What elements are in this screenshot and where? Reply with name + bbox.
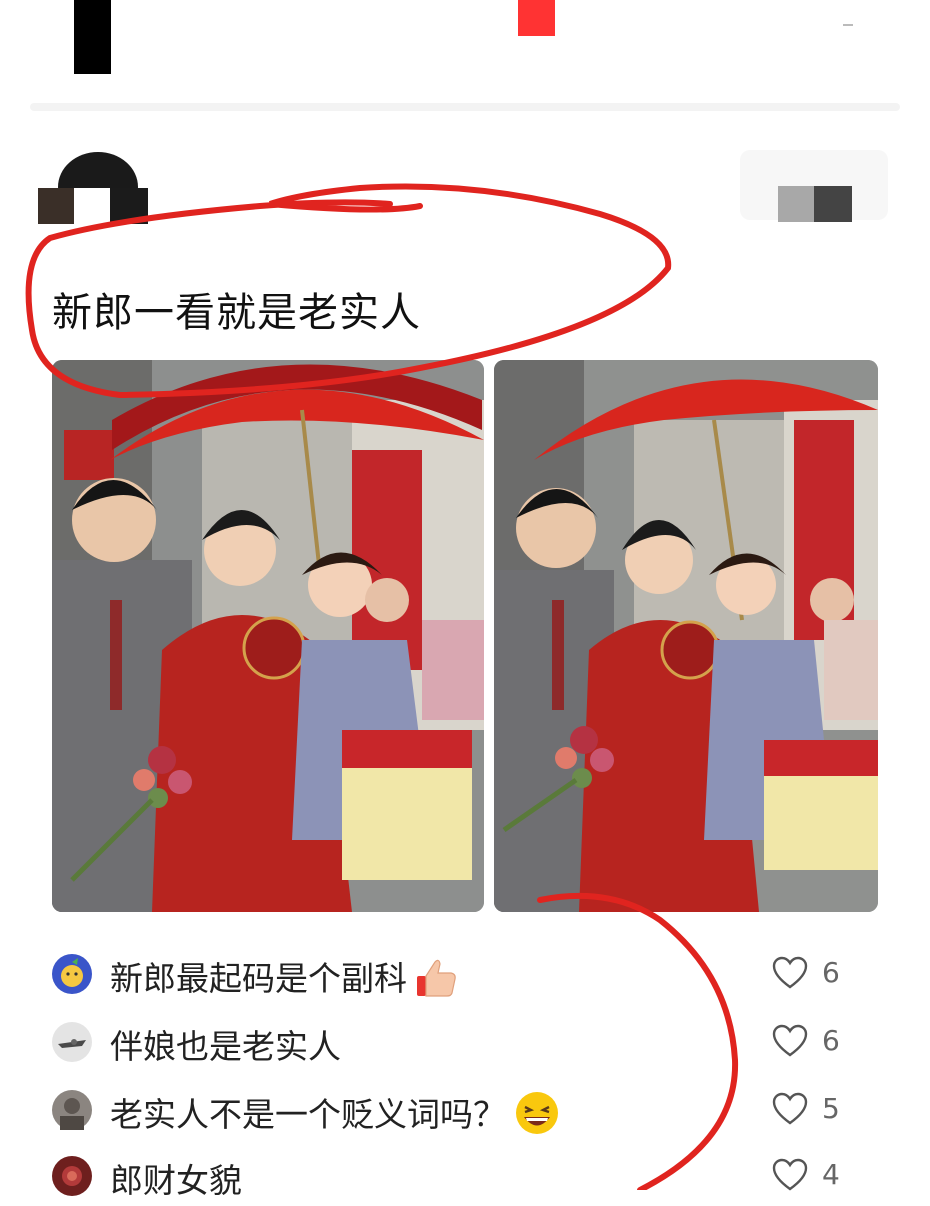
- comment-text-content: 老实人不是一个贬义词吗？: [110, 1095, 506, 1134]
- comment-text: 新郎最起码是个副科: [110, 952, 459, 1008]
- post-image-2[interactable]: [494, 360, 878, 912]
- redacted-block: [518, 0, 555, 36]
- comment-item: 新郎最起码是个副科 6: [0, 944, 930, 1004]
- like-heart-icon[interactable]: [772, 956, 808, 990]
- author-avatar[interactable]: [38, 152, 148, 224]
- post-image-1[interactable]: [52, 360, 484, 912]
- like-heart-icon[interactable]: [772, 1092, 808, 1126]
- comment-text: 伴娘也是老实人: [110, 1027, 341, 1066]
- comment-text: 老实人不是一个贬义词吗？: [110, 1088, 562, 1144]
- divider: [843, 24, 853, 26]
- redacted-block: [74, 0, 111, 74]
- comment-text-content: 新郎最起码是个副科: [110, 959, 407, 998]
- commenter-avatar[interactable]: [52, 1022, 92, 1062]
- comment-item: 郎财女貌 4: [0, 1146, 930, 1206]
- like-count: 5: [822, 1092, 840, 1125]
- follow-button[interactable]: [740, 150, 888, 222]
- comment-item: 老实人不是一个贬义词吗？ 5: [0, 1080, 930, 1140]
- top-bar: [0, 0, 930, 105]
- like-heart-icon[interactable]: [772, 1024, 808, 1058]
- commenter-avatar[interactable]: [52, 1156, 92, 1196]
- thumbs-up-icon: [413, 954, 459, 1008]
- like-count: 6: [822, 956, 840, 989]
- like-count: 4: [822, 1158, 840, 1191]
- comment-text: 郎财女貌: [110, 1161, 242, 1200]
- post-title: 新郎一看就是老实人: [52, 290, 421, 336]
- like-count: 6: [822, 1024, 840, 1057]
- section-divider: [30, 103, 900, 111]
- commenter-avatar[interactable]: [52, 1090, 92, 1130]
- comment-item: 伴娘也是老实人 6: [0, 1012, 930, 1072]
- like-heart-icon[interactable]: [772, 1158, 808, 1192]
- laughing-face-icon: [512, 1090, 562, 1144]
- commenter-avatar[interactable]: [52, 954, 92, 994]
